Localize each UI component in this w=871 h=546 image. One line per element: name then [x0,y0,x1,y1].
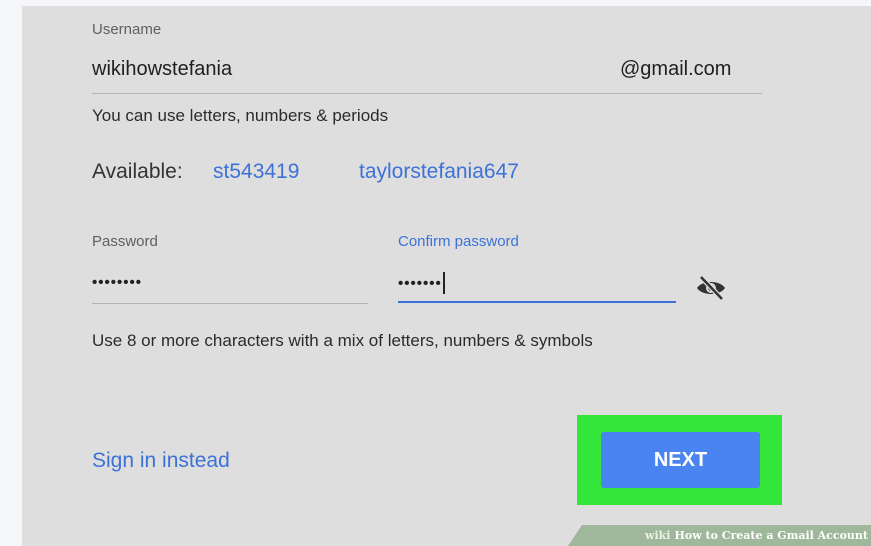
username-hint: You can use letters, numbers & periods [92,106,389,125]
username-underline [92,93,762,94]
confirm-password-label: Confirm password [398,233,519,250]
password-input[interactable]: •••••••• [92,274,142,291]
text-caret [442,272,445,294]
watermark-brand: wiki [645,529,671,542]
confirm-password-underline [398,301,676,303]
password-underline [92,303,368,304]
confirm-password-input[interactable]: ••••••• [398,272,445,294]
wikihow-watermark: wiki How to Create a Gmail Account [568,525,871,546]
eye-off-icon [697,275,725,301]
available-label: Available: [92,160,183,183]
suggestion-username-1[interactable]: st543419 [213,160,299,184]
password-label: Password [92,233,158,250]
password-hint: Use 8 or more characters with a mix of l… [92,331,593,350]
next-button[interactable]: NEXT [601,432,760,488]
username-domain-suffix: @gmail.com [620,58,732,80]
username-label: Username [92,21,162,38]
sign-in-instead-link[interactable]: Sign in instead [92,449,230,473]
toggle-password-visibility-button[interactable] [694,274,728,302]
watermark-title: How to Create a Gmail Account [674,529,868,542]
username-input[interactable]: wikihowstefania [92,58,232,81]
confirm-password-value: ••••••• [398,274,442,292]
signup-card: Username wikihowstefania @gmail.com You … [22,6,871,546]
watermark-text: wiki How to Create a Gmail Account [568,525,871,546]
suggestion-username-2[interactable]: taylorstefania647 [359,160,519,184]
